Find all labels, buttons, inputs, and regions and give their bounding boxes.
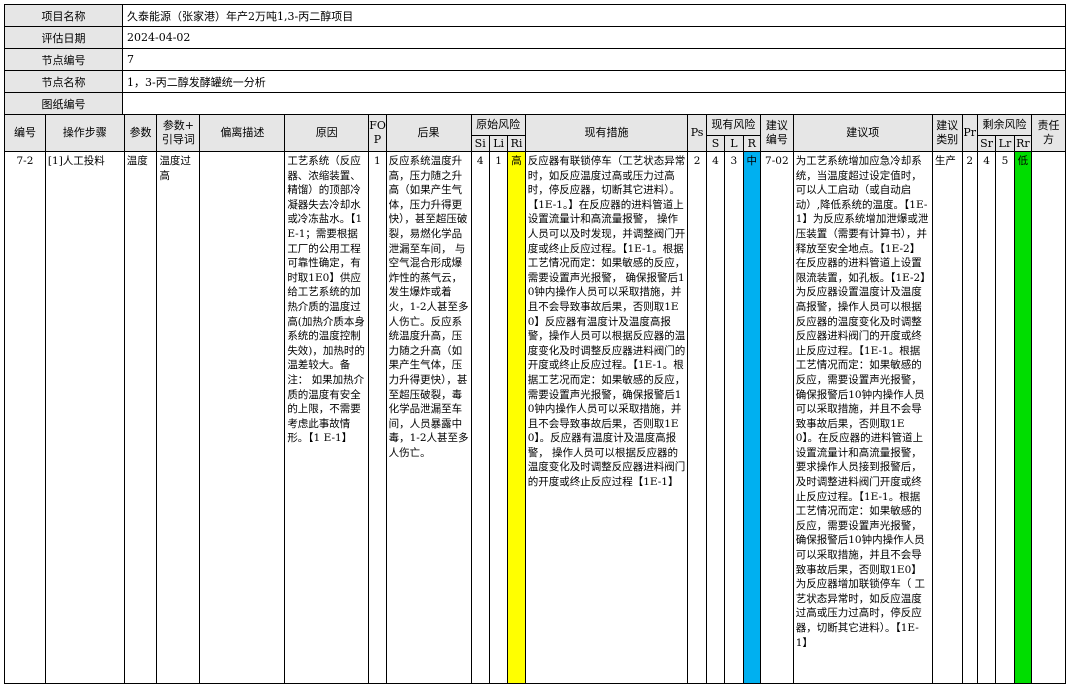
col-rec-type-header: 建议 类别 xyxy=(931,114,963,152)
cell-rec: 为工艺系统增加应急冷却系统，当温度超过设定值时， 可以人工启动（或自动启动）,降… xyxy=(792,151,933,684)
cell-ps: 2 xyxy=(687,151,707,684)
drawing-no-value xyxy=(122,92,1066,115)
col-lr-header: Lr xyxy=(995,135,1015,152)
col-si-header: Si xyxy=(470,135,490,152)
cell-step: [1]人工投料 xyxy=(44,151,125,684)
col-fop-header: FO P xyxy=(368,114,387,152)
node-name-value: 1，3-丙二醇发酵罐统一分析 xyxy=(122,70,1066,93)
cell-param: 温度 xyxy=(123,151,158,684)
col-sr-header: Sr xyxy=(976,135,997,152)
col-l-header: L xyxy=(724,135,744,152)
col-rec-no-header: 建议 编号 xyxy=(759,114,794,152)
col-s-header: S xyxy=(705,135,726,152)
table-row: 7-2 [1]人工投料 温度 温度过高 工艺系统（反应器、浓缩装置、精馏）的顶部… xyxy=(4,151,1066,684)
col-owner-header: 责任 方 xyxy=(1031,114,1066,152)
cell-owner xyxy=(1031,151,1066,684)
cell-no: 7-2 xyxy=(4,151,46,684)
cell-s: 4 xyxy=(705,151,726,684)
col-ps-header: Ps xyxy=(687,114,707,152)
hazop-table: 编号 操作步骤 参数 参数+ 引导词 偏离描述 原因 FO P 后果 原始风险 … xyxy=(4,114,1066,684)
date-row: 评估日期 2024-04-02 xyxy=(4,26,1066,49)
date-label: 评估日期 xyxy=(4,26,123,49)
drawing-no-label: 图纸编号 xyxy=(4,92,123,115)
col-param-header: 参数 xyxy=(123,114,158,152)
header-row-1: 编号 操作步骤 参数 参数+ 引导词 偏离描述 原因 FO P 后果 原始风险 … xyxy=(4,114,1066,152)
col-step-header: 操作步骤 xyxy=(44,114,125,152)
cell-rr-badge: 低 xyxy=(1013,151,1033,684)
cell-rec-type: 生产 xyxy=(931,151,963,684)
col-rem-risk-header: 剩余风险 xyxy=(976,114,1033,136)
col-cur-risk-header: 现有风险 xyxy=(705,114,761,136)
col-r-header: R xyxy=(742,135,761,152)
cell-measures: 反应器有联锁停车（工艺状态异常时，如反应温度过高或压力过高时，停反应器，切断其它… xyxy=(524,151,689,684)
cell-l: 3 xyxy=(724,151,744,684)
cell-sr: 4 xyxy=(976,151,997,684)
cell-fop: 1 xyxy=(368,151,387,684)
cell-li: 1 xyxy=(488,151,509,684)
col-pr-header: Pr xyxy=(961,114,978,152)
node-no-row: 节点编号 7 xyxy=(4,48,1066,71)
project-info-table: 项目名称 久泰能源（张家港）年产2万吨1,3-丙二醇项目 评估日期 2024-0… xyxy=(4,4,1066,115)
cell-consequence: 反应系统温度升高，压力随之升高（如果产生气体，压力升得更快），甚至超压破裂，易燃… xyxy=(385,151,472,684)
cell-r-badge: 中 xyxy=(742,151,761,684)
cell-guide: 温度过高 xyxy=(156,151,201,684)
node-name-label: 节点名称 xyxy=(4,70,123,93)
col-rr-header: Rr xyxy=(1013,135,1033,152)
project-name-value: 久泰能源（张家港）年产2万吨1,3-丙二醇项目 xyxy=(122,4,1066,27)
col-measures-header: 现有措施 xyxy=(524,114,689,152)
col-deviation-header: 偏离描述 xyxy=(199,114,286,152)
col-guide-header: 参数+ 引导词 xyxy=(156,114,201,152)
node-no-value: 7 xyxy=(122,48,1066,71)
col-rec-header: 建议项 xyxy=(792,114,933,152)
col-cause-header: 原因 xyxy=(284,114,370,152)
cell-deviation xyxy=(199,151,286,684)
node-no-label: 节点编号 xyxy=(4,48,123,71)
cell-pr: 2 xyxy=(961,151,978,684)
cell-si: 4 xyxy=(470,151,490,684)
cell-cause: 工艺系统（反应器、浓缩装置、精馏）的顶部冷凝器失去冷却水或冷冻盐水。【1 E-1… xyxy=(284,151,370,684)
node-name-row: 节点名称 1，3-丙二醇发酵罐统一分析 xyxy=(4,70,1066,93)
cell-rec-no: 7-02 xyxy=(759,151,794,684)
cell-ri-badge: 高 xyxy=(507,151,526,684)
cell-lr: 5 xyxy=(995,151,1015,684)
col-orig-risk-header: 原始风险 xyxy=(470,114,526,136)
col-ri-header: Ri xyxy=(507,135,526,152)
date-value: 2024-04-02 xyxy=(122,26,1066,49)
drawing-no-row: 图纸编号 xyxy=(4,92,1066,115)
col-consequence-header: 后果 xyxy=(385,114,472,152)
project-name-label: 项目名称 xyxy=(4,4,123,27)
col-no-header: 编号 xyxy=(4,114,46,152)
project-name-row: 项目名称 久泰能源（张家港）年产2万吨1,3-丙二醇项目 xyxy=(4,4,1066,27)
col-li-header: Li xyxy=(488,135,509,152)
